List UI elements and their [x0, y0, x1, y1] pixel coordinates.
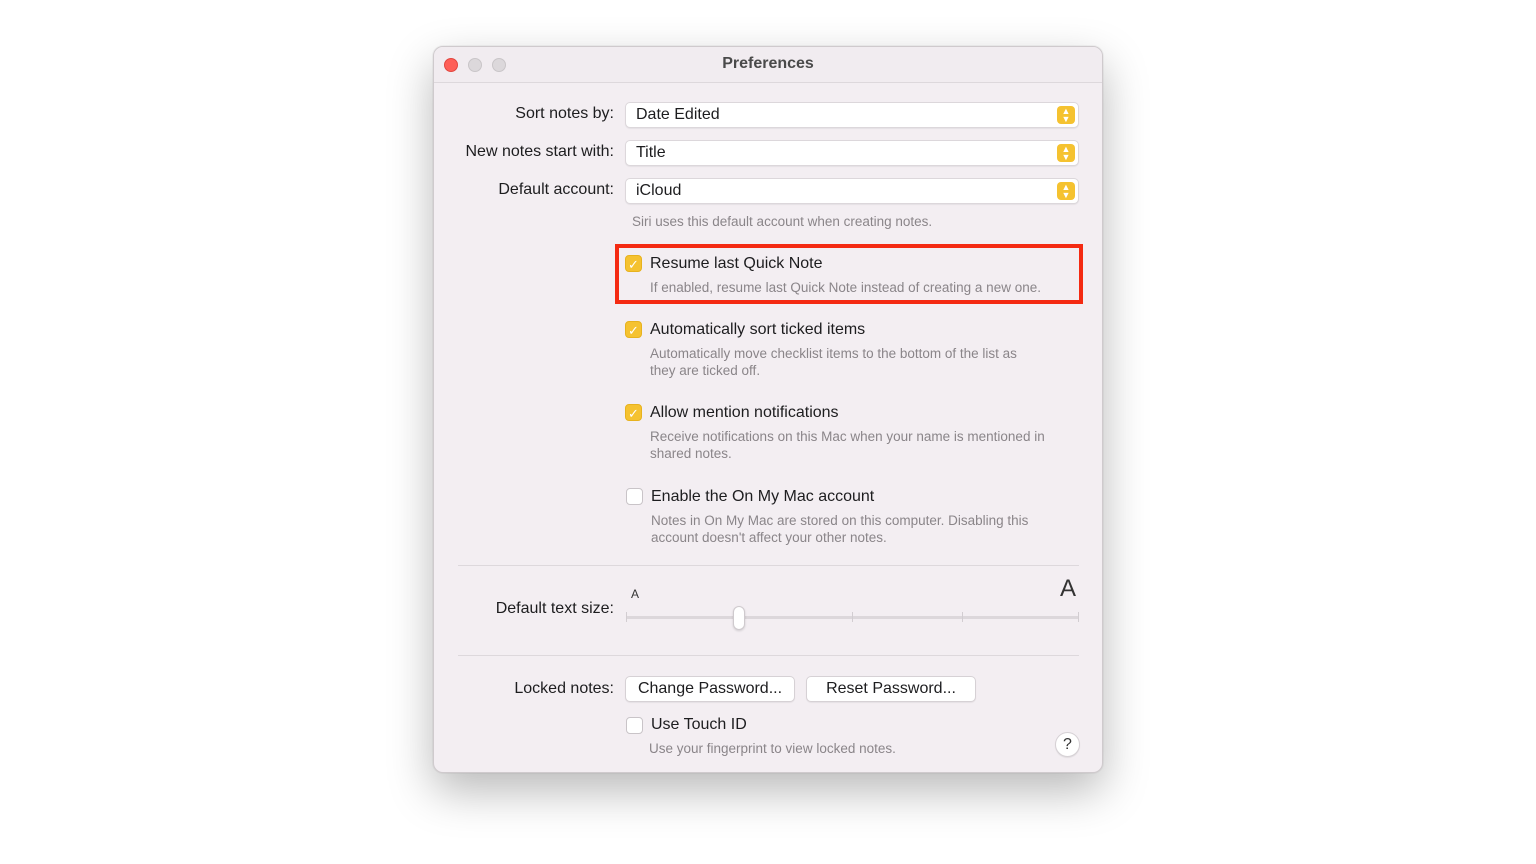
locked-notes-label: Locked notes:: [514, 680, 614, 697]
text-size-slider-knob[interactable]: [733, 606, 746, 630]
sort-label: Sort notes by:: [515, 105, 614, 122]
chevron-up-down-icon: ▲ ▼: [1057, 182, 1075, 200]
on-my-mac-desc-line2: account doesn't affect your other notes.: [651, 530, 887, 545]
slider-tick: [1078, 612, 1079, 622]
small-text-glyph: A: [631, 587, 640, 601]
resume-quick-note-checkbox[interactable]: ✓: [625, 255, 642, 272]
resume-quick-note-title: Resume last Quick Note: [650, 255, 823, 272]
auto-sort-desc-line1: Automatically move checklist items to th…: [650, 346, 1017, 361]
divider: [458, 565, 1079, 566]
default-account-popup[interactable]: iCloud ▲ ▼: [625, 178, 1079, 204]
new-notes-label: New notes start with:: [465, 143, 615, 160]
auto-sort-title: Automatically sort ticked items: [650, 321, 866, 338]
on-my-mac-checkbox[interactable]: [626, 488, 643, 505]
chevron-up-down-icon: ▲ ▼: [1057, 106, 1075, 124]
text-size-label: Default text size:: [495, 600, 614, 617]
default-account-hint: Siri uses this default account when crea…: [632, 214, 933, 229]
mention-notifications-title: Allow mention notifications: [650, 404, 839, 421]
new-notes-popup[interactable]: Title ▲ ▼: [625, 140, 1079, 166]
resume-quick-note-desc: If enabled, resume last Quick Note inste…: [650, 280, 1041, 295]
reset-password-button[interactable]: Reset Password...: [806, 676, 976, 702]
divider: [458, 655, 1079, 656]
auto-sort-desc-line2: they are ticked off.: [650, 363, 761, 378]
mention-notifications-desc-line1: Receive notifications on this Mac when y…: [650, 429, 1045, 444]
touch-id-title: Use Touch ID: [651, 716, 747, 733]
sort-popup[interactable]: Date Edited ▲ ▼: [625, 102, 1079, 128]
title-bar: Preferences: [434, 47, 1102, 83]
mention-notifications-checkbox[interactable]: ✓: [625, 404, 642, 421]
touch-id-desc: Use your fingerprint to view locked note…: [649, 741, 896, 756]
touch-id-checkbox[interactable]: [626, 717, 643, 734]
slider-tick: [852, 612, 853, 622]
new-notes-value: Title: [636, 144, 666, 161]
chevron-up-down-icon: ▲ ▼: [1057, 144, 1075, 162]
help-button[interactable]: ?: [1055, 732, 1080, 757]
change-password-button[interactable]: Change Password...: [625, 676, 795, 702]
large-text-glyph: A: [1060, 575, 1077, 602]
on-my-mac-title: Enable the On My Mac account: [651, 488, 875, 505]
default-account-label: Default account:: [498, 181, 614, 198]
sort-value: Date Edited: [636, 106, 720, 123]
auto-sort-checkbox[interactable]: ✓: [625, 321, 642, 338]
slider-tick: [626, 612, 627, 622]
preferences-window: Preferences Sort notes by: Date Edited ▲…: [433, 46, 1103, 773]
on-my-mac-desc-line1: Notes in On My Mac are stored on this co…: [651, 513, 1029, 528]
mention-notifications-desc-line2: shared notes.: [650, 446, 732, 461]
slider-tick: [962, 612, 963, 622]
default-account-value: iCloud: [636, 182, 682, 199]
window-title: Preferences: [722, 55, 814, 72]
